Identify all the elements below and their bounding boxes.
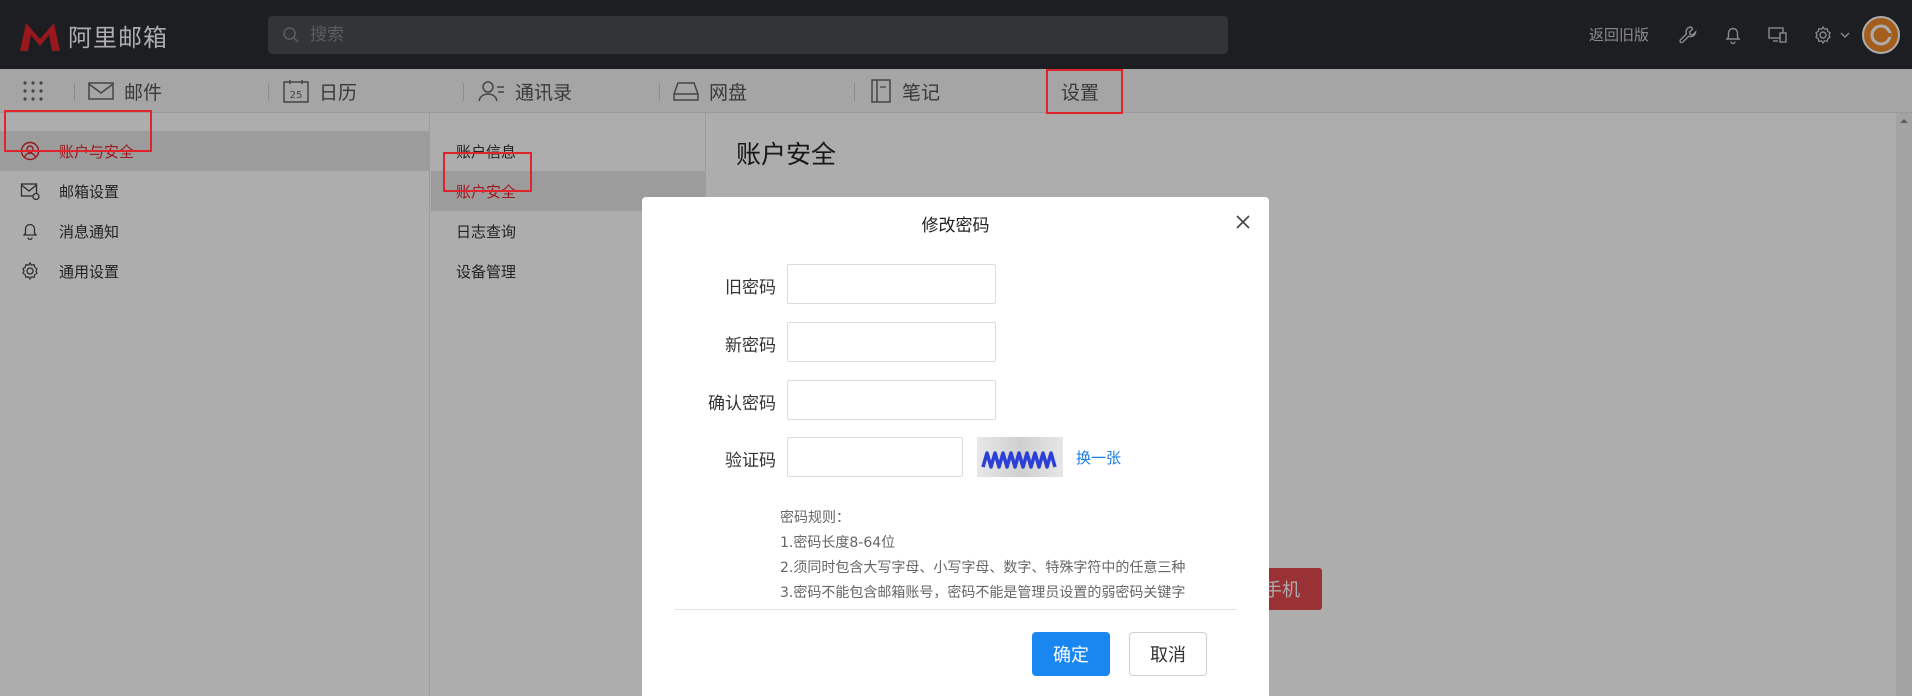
password-rules: 密码规则： 1.密码长度8-64位 2.须同时包含大写字母、小写字母、数字、特殊… [780, 506, 1185, 606]
new-password-input[interactable] [787, 322, 996, 362]
new-password-label: 新密码 [725, 336, 776, 356]
captcha-graphic [981, 451, 1057, 469]
rule-item: 3.密码不能包含邮箱账号，密码不能是管理员设置的弱密码关键字 [780, 585, 1186, 601]
captcha-image[interactable] [977, 437, 1063, 477]
highlight-box [4, 110, 152, 152]
old-password-label: 旧密码 [725, 278, 776, 298]
rule-item: 1.密码长度8-64位 [780, 535, 896, 551]
captcha-label: 验证码 [725, 451, 776, 471]
old-password-input[interactable] [787, 264, 996, 304]
confirm-password-input[interactable] [787, 380, 996, 420]
rule-item: 2.须同时包含大写字母、小写字母、数字、特殊字符中的任意三种 [780, 560, 1186, 576]
dialog-divider [675, 609, 1236, 610]
confirm-button[interactable]: 确定 [1032, 632, 1110, 676]
confirm-password-label: 确认密码 [708, 394, 776, 414]
highlight-box [1046, 69, 1123, 114]
close-icon[interactable] [1232, 211, 1254, 233]
captcha-input[interactable] [787, 437, 963, 477]
refresh-captcha-link[interactable]: 换一张 [1076, 447, 1121, 468]
dialog-title: 修改密码 [921, 216, 990, 236]
cancel-button[interactable]: 取消 [1129, 632, 1207, 676]
change-password-dialog: 修改密码 旧密码 新密码 确认密码 验证码 换一张 密码规则： 1.密码长度8-… [642, 197, 1269, 696]
rules-heading: 密码规则： [780, 510, 850, 526]
highlight-box [443, 152, 532, 192]
